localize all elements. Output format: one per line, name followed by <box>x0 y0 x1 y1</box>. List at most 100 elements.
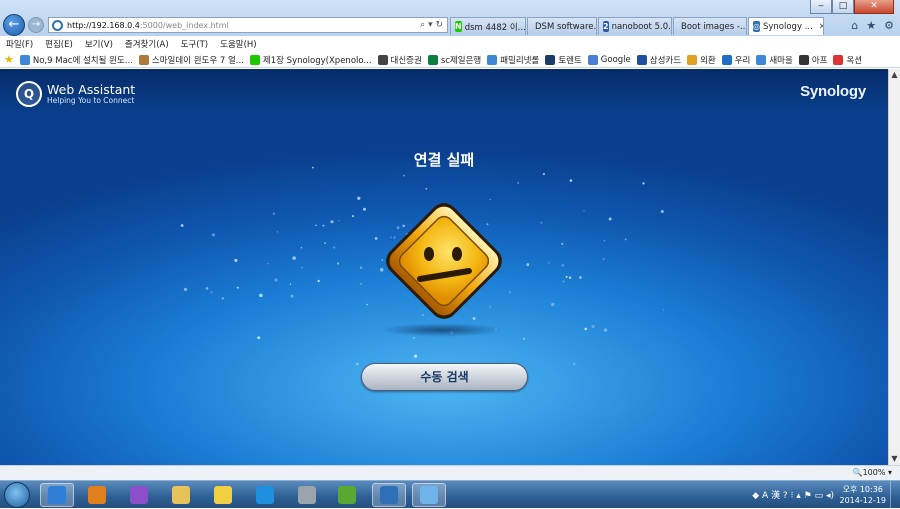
favorite-label: 패밀리넷롤 <box>500 55 540 66</box>
favorite-link[interactable]: No,9 Mac에 설치될 윈도... <box>19 54 133 66</box>
star-icon[interactable]: ★ <box>866 19 876 32</box>
favorite-label: 스마일데이 윈도우 7 얼... <box>151 55 244 66</box>
menu-item[interactable]: 파일(F) <box>6 38 33 50</box>
browser-tab[interactable]: DSM software... <box>527 17 597 35</box>
utorrent-icon <box>338 486 356 504</box>
favicon-icon <box>377 54 388 65</box>
browser-tab[interactable]: ◎Synology ... ✕ <box>748 17 824 35</box>
taskbar-teamviewer[interactable] <box>248 483 282 507</box>
web-assistant-page: Q Web Assistant Helping You to Connect S… <box>0 69 888 465</box>
favorite-link[interactable]: 삼성카드 <box>636 54 681 66</box>
teamviewer-icon <box>256 486 274 504</box>
menu-item[interactable]: 편집(E) <box>45 38 73 50</box>
sparkle <box>526 263 530 267</box>
sparkle <box>322 224 325 227</box>
gear-icon[interactable]: ⚙ <box>884 19 894 32</box>
menu-item[interactable]: 도구(T) <box>181 38 208 50</box>
taskbar-vs[interactable] <box>122 483 156 507</box>
favorites-star-icon[interactable]: ★ <box>4 53 14 66</box>
favicon-icon <box>19 54 30 65</box>
favorite-link[interactable]: 옥션 <box>833 54 862 66</box>
favicon-icon <box>138 54 149 65</box>
vs-icon <box>130 486 148 504</box>
taskbar-folder[interactable] <box>206 483 240 507</box>
scroll-up-icon[interactable]: ▲ <box>889 69 900 81</box>
close-tab-icon[interactable]: ✕ <box>819 22 823 32</box>
tab-label: nanoboot 5.0... <box>611 21 672 32</box>
favorite-link[interactable]: Google <box>587 54 631 65</box>
favorite-label: 토렌트 <box>558 55 582 66</box>
favorite-link[interactable]: 외환 <box>687 54 716 66</box>
sparkle <box>221 297 224 300</box>
sparkle <box>565 275 568 278</box>
favorite-link[interactable]: 아프 <box>798 54 827 66</box>
maximize-button[interactable]: □ <box>832 0 854 14</box>
forward-button[interactable]: → <box>28 17 44 33</box>
zoom-level[interactable]: 🔍100% ▾ <box>853 468 892 477</box>
taskbar-calc[interactable] <box>290 483 324 507</box>
taskbar-web-assistant[interactable] <box>372 483 406 507</box>
tab-label: Boot images -... <box>681 21 747 32</box>
taskbar-utorrent[interactable] <box>330 483 364 507</box>
arrow-left-icon: ← <box>8 17 20 32</box>
sparkle <box>561 264 565 267</box>
sparkle <box>276 231 279 233</box>
close-window-button[interactable]: ✕ <box>854 0 894 14</box>
favicon-icon <box>636 54 647 65</box>
favorite-link[interactable]: 새마을 <box>756 54 793 66</box>
home-icon[interactable]: ⌂ <box>851 19 858 32</box>
browser-tab[interactable]: 2 nanoboot 5.0... <box>598 17 672 35</box>
browser-tab[interactable]: Ndsm 4482 이... <box>450 17 526 35</box>
tab-strip: Ndsm 4482 이... DSM software... 2 nanoboot 5… <box>450 17 825 35</box>
favicon-icon <box>756 54 767 65</box>
favorite-link[interactable]: 스마일데이 윈도우 7 얼... <box>138 54 244 66</box>
sparkle <box>359 266 363 269</box>
taskbar-paint[interactable] <box>412 483 446 507</box>
back-button[interactable]: ← <box>3 14 25 36</box>
menu-item[interactable]: 즐겨찾기(A) <box>125 38 169 50</box>
address-bar[interactable]: http://192.168.0.4 :5000/web_index.html … <box>48 17 448 33</box>
sparkle <box>624 238 627 241</box>
taskbar-media[interactable] <box>80 483 114 507</box>
scroll-down-icon[interactable]: ▼ <box>889 453 900 465</box>
favorite-label: 대신증권 <box>390 55 422 66</box>
favorite-link[interactable]: 토렌트 <box>545 54 582 66</box>
favorite-label: 새마을 <box>769 55 793 66</box>
clock-time: 오후 10:36 <box>842 485 883 494</box>
sparkle <box>568 276 572 279</box>
synology-brand: Synology <box>800 83 866 100</box>
manual-search-button[interactable]: 수동 검색 <box>361 363 528 391</box>
browser-tools: ⌂ ★ ⚙ <box>851 19 894 32</box>
sparkle <box>583 210 585 212</box>
warning-face-icon <box>386 203 502 319</box>
sparkle <box>324 242 326 244</box>
sparkle <box>603 240 606 242</box>
sparkle <box>357 196 361 200</box>
minimize-button[interactable]: ‒ <box>810 0 832 14</box>
taskbar-ie[interactable] <box>40 483 74 507</box>
menu-item[interactable]: 도움말(H) <box>220 38 256 50</box>
favorite-link[interactable]: 대신증권 <box>377 54 422 66</box>
favorite-link[interactable]: 우리 <box>721 54 750 66</box>
menu-item[interactable]: 보기(V) <box>85 38 113 50</box>
system-tray[interactable]: ◆ A 漢 ? ⁝ ▴ ⚑ ▭ ◂) <box>752 488 834 501</box>
sparkle <box>569 179 573 182</box>
favorite-label: sc제일은행 <box>440 55 482 66</box>
clock[interactable]: 오후 10:36 2014-12-19 <box>840 484 887 506</box>
favorite-link[interactable]: 제1장 Synology(Xpenolo... <box>249 54 372 66</box>
favorite-link[interactable]: sc제일은행 <box>427 54 482 66</box>
sparkle <box>211 233 216 237</box>
sparkle <box>579 276 582 279</box>
taskbar-explorer[interactable] <box>164 483 198 507</box>
vertical-scrollbar[interactable]: ▲ ▼ <box>888 69 900 465</box>
favorite-link[interactable]: 패밀리넷롤 <box>487 54 539 66</box>
show-desktop-button[interactable] <box>890 481 900 509</box>
favicon-icon <box>587 54 598 65</box>
browser-tab[interactable]: Boot images -... <box>673 17 747 35</box>
sparkle <box>337 262 340 265</box>
address-controls[interactable]: ⌕ ▾ ↻ <box>420 20 447 30</box>
start-button[interactable] <box>4 482 30 508</box>
sparkle <box>267 263 269 265</box>
favorite-label: Google <box>600 54 631 65</box>
media-icon <box>88 486 106 504</box>
